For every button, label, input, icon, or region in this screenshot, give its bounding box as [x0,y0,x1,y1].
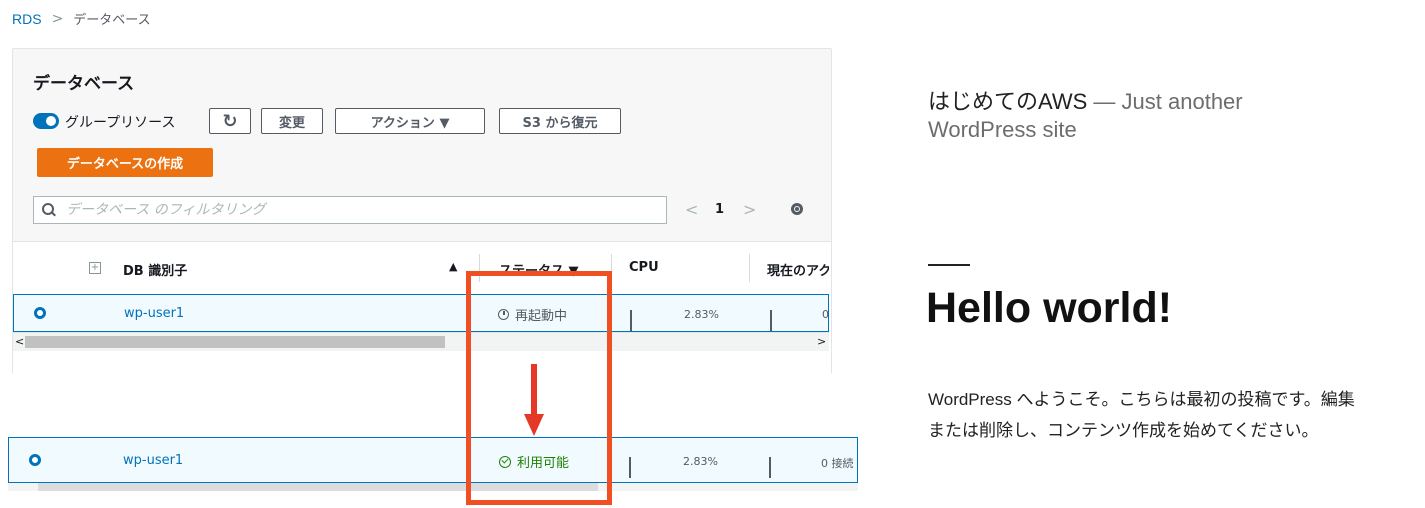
breadcrumb-current: データベース [73,13,151,28]
search-box [33,196,667,224]
divider [928,264,970,266]
db-identifier-link[interactable]: wp-user1 [124,306,184,321]
modify-button[interactable]: 変更 [261,108,323,134]
post-body: WordPress へようこそ。こちらは最初の投稿です。編集または削除し、コンテ… [928,390,1355,440]
refresh-button[interactable]: ↻ [209,108,251,134]
column-header-db-id[interactable]: DB 識別子 [123,260,187,279]
pager-current-page[interactable]: 1 [715,202,724,217]
breadcrumb-rds-link[interactable]: RDS [12,11,42,27]
pager-prev-button[interactable]: < [685,200,698,219]
page-title: データベース [33,74,135,94]
refresh-icon: ↻ [222,110,238,132]
db-identifier-link[interactable]: wp-user1 [123,453,183,468]
restore-from-s3-button[interactable]: S3 から復元 [499,108,621,134]
actions-dropdown[interactable]: アクション ▼ [335,108,485,134]
cpu-bar [629,457,631,478]
gear-icon[interactable] [791,203,803,215]
breadcrumb: RDS > データベース [12,9,151,29]
column-header-cpu[interactable]: CPU [629,260,659,275]
chevron-right-icon: > [51,10,64,27]
column-header-current-activity[interactable]: 現在のアク [767,260,829,279]
scroll-left-arrow[interactable]: < [15,335,24,348]
row-radio-button[interactable] [34,307,46,319]
horizontal-scrollbar[interactable]: < > [13,332,829,351]
post-title[interactable]: Hello world! [926,284,1172,333]
status-highlight-box [466,271,612,505]
horizontal-scrollbar[interactable] [8,483,858,491]
search-input[interactable] [64,201,628,219]
cpu-bar [630,310,632,331]
arrow-down-head [524,414,544,436]
wordpress-site-header: はじめてのAWS — Just another WordPress site [928,88,1308,144]
arrow-down-icon [531,364,537,420]
group-resources-toggle[interactable] [33,113,59,129]
pager-next-button[interactable]: > [743,200,756,219]
expand-all-icon[interactable]: + [89,262,101,274]
site-name[interactable]: はじめてのAWS [928,89,1087,114]
databases-panel: データベース グループリソース ↻ 変更 アクション ▼ S3 から復元 データ… [12,48,832,374]
table-row-after[interactable]: wp-user1 利用可能 2.83% 0 接続 [8,437,858,483]
databases-table: + DB 識別子 ▲ ステータス ▼ CPU 現在のアク wp-user1 再起… [13,241,831,374]
cpu-percent: 2.83% [684,308,719,321]
group-resources-label: グループリソース [65,115,176,131]
sort-asc-icon[interactable]: ▲ [449,260,457,273]
activity-bar [769,457,771,478]
site-dash: — [1093,89,1116,114]
activity-value: 0 [822,308,829,321]
scroll-thumb[interactable] [25,336,445,348]
activity-value: 0 接続 [821,457,854,470]
cpu-percent: 2.83% [683,455,718,468]
scroll-right-arrow[interactable]: > [817,335,826,348]
column-divider [749,254,750,282]
table-row[interactable]: wp-user1 再起動中 2.83% 0 [13,294,829,332]
search-icon [42,203,56,217]
create-database-button[interactable]: データベースの作成 [37,148,213,177]
row-radio-button[interactable] [29,454,41,466]
activity-bar [770,310,772,331]
